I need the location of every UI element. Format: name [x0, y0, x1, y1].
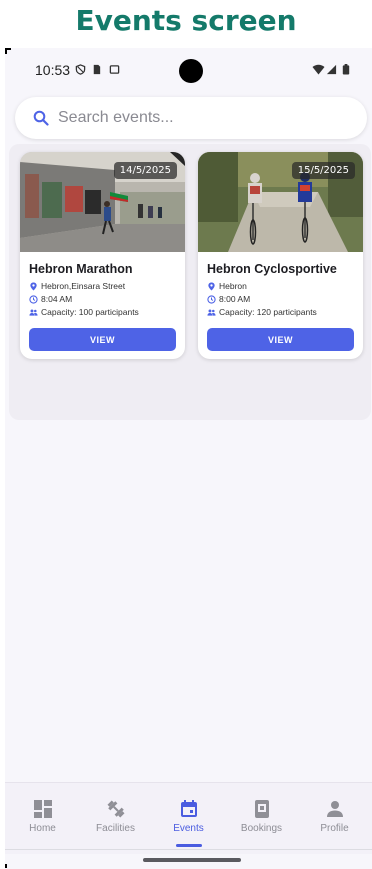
- front-camera: [179, 59, 203, 83]
- phone-screen: 10:53 Search events... 14/5/2025 Hebron …: [5, 48, 372, 869]
- event-location: Hebron,Einsara Street: [29, 280, 125, 292]
- event-location-text: Hebron,Einsara Street: [41, 281, 126, 291]
- view-button[interactable]: VIEW: [207, 328, 354, 351]
- nav-label-profile: Profile: [320, 823, 349, 834]
- fitness-icon: [107, 800, 125, 818]
- event-date-badge: 14/5/2025: [113, 162, 177, 179]
- sim-card-icon: [93, 64, 101, 75]
- event-card-hebron-marathon[interactable]: 14/5/2025 Hebron Marathon Hebron,Einsara…: [20, 152, 185, 359]
- event-capacity-text: Capacity: 100 participants: [41, 307, 139, 317]
- event-location: Hebron: [207, 280, 247, 292]
- event-capacity-text: Capacity: 120 participants: [219, 307, 317, 317]
- battery-icon: [342, 64, 350, 75]
- location-pin-icon: [208, 281, 215, 291]
- frame-corner-mark: [5, 48, 11, 54]
- nav-item-profile[interactable]: Profile: [298, 783, 371, 847]
- event-time: 8:00 AM: [207, 293, 250, 305]
- search-input[interactable]: [58, 107, 348, 129]
- event-card-hebron-cyclosportive[interactable]: 15/5/2025 Hebron Cyclosportive Hebron 8:…: [198, 152, 363, 359]
- search-bar[interactable]: [15, 97, 367, 139]
- signal-icon: [326, 64, 337, 75]
- clock-icon: [29, 294, 38, 304]
- people-icon: [207, 309, 216, 316]
- event-time-text: 8:00 AM: [219, 294, 251, 304]
- shield-icon: [75, 64, 86, 75]
- status-bar: 10:53: [5, 48, 372, 94]
- nav-label-home: Home: [29, 823, 56, 834]
- event-location-text: Hebron: [219, 281, 247, 291]
- screen-caption: Events screen: [75, 4, 297, 37]
- nav-label-facilities: Facilities: [96, 823, 135, 834]
- status-time: 10:53: [35, 62, 71, 78]
- wifi-icon: [312, 64, 325, 75]
- calendar-icon: [181, 800, 197, 817]
- screen-record-icon: [109, 65, 120, 74]
- person-icon: [327, 801, 343, 817]
- view-button[interactable]: VIEW: [29, 328, 176, 351]
- nav-item-events[interactable]: Events: [152, 783, 225, 847]
- location-pin-icon: [30, 281, 37, 291]
- bottom-navigation: Home Facilities Events Bookings Profile: [5, 782, 372, 854]
- gesture-bar-divider: [5, 849, 372, 850]
- event-time-text: 8:04 AM: [41, 294, 73, 304]
- nav-label-bookings: Bookings: [240, 823, 283, 834]
- nav-item-facilities[interactable]: Facilities: [79, 783, 152, 847]
- frame-bottom-mark: [5, 864, 7, 868]
- event-title: Hebron Marathon: [29, 262, 133, 276]
- nav-label-events: Events: [173, 823, 204, 834]
- event-capacity: Capacity: 120 participants: [207, 306, 317, 318]
- bookings-icon: [255, 800, 269, 818]
- event-title: Hebron Cyclosportive: [207, 262, 337, 276]
- event-capacity: Capacity: 100 participants: [29, 306, 139, 318]
- event-time: 8:04 AM: [29, 293, 72, 305]
- people-icon: [29, 309, 38, 316]
- search-icon: [33, 110, 49, 126]
- nav-item-home[interactable]: Home: [6, 783, 79, 847]
- home-indicator[interactable]: [143, 858, 241, 862]
- dashboard-icon: [34, 800, 52, 818]
- event-date-badge: 15/5/2025: [291, 162, 355, 179]
- clock-icon: [207, 294, 216, 304]
- nav-item-bookings[interactable]: Bookings: [225, 783, 298, 847]
- active-indicator: [176, 844, 202, 847]
